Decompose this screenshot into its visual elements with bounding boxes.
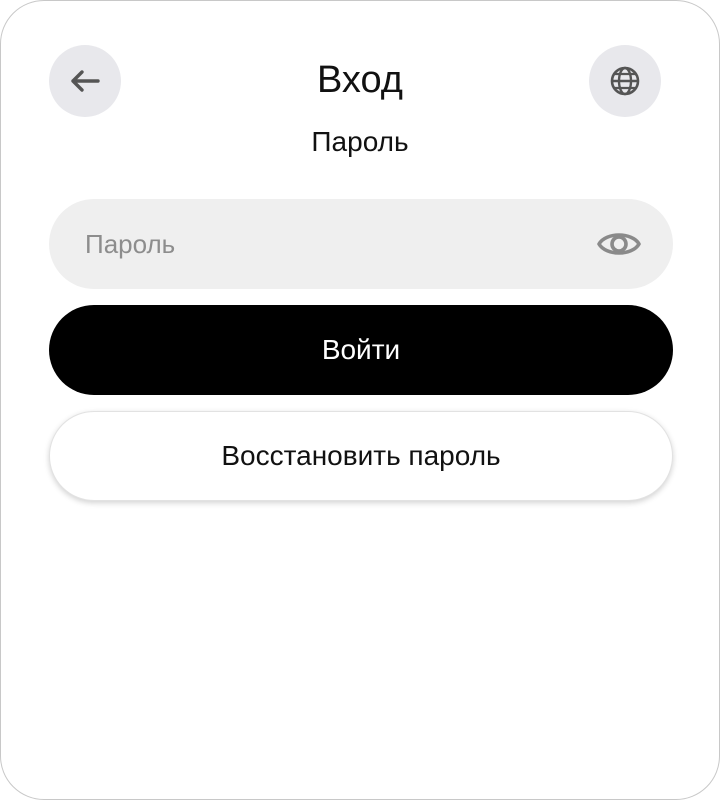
eye-icon	[597, 233, 641, 255]
page-subtitle: Пароль	[311, 126, 409, 157]
toggle-password-visibility-button[interactable]	[595, 222, 643, 266]
login-button[interactable]: Войти	[49, 305, 673, 395]
login-button-label: Войти	[321, 334, 401, 365]
login-card: Вход Пароль Войти Восстановить пароль	[0, 0, 720, 800]
globe-icon	[610, 66, 640, 96]
password-input[interactable]	[85, 199, 565, 289]
recover-password-button[interactable]: Восстановить пароль	[49, 411, 673, 501]
recover-password-button-label: Восстановить пароль	[221, 440, 501, 471]
language-button[interactable]	[589, 45, 661, 117]
password-field-container	[49, 199, 673, 289]
